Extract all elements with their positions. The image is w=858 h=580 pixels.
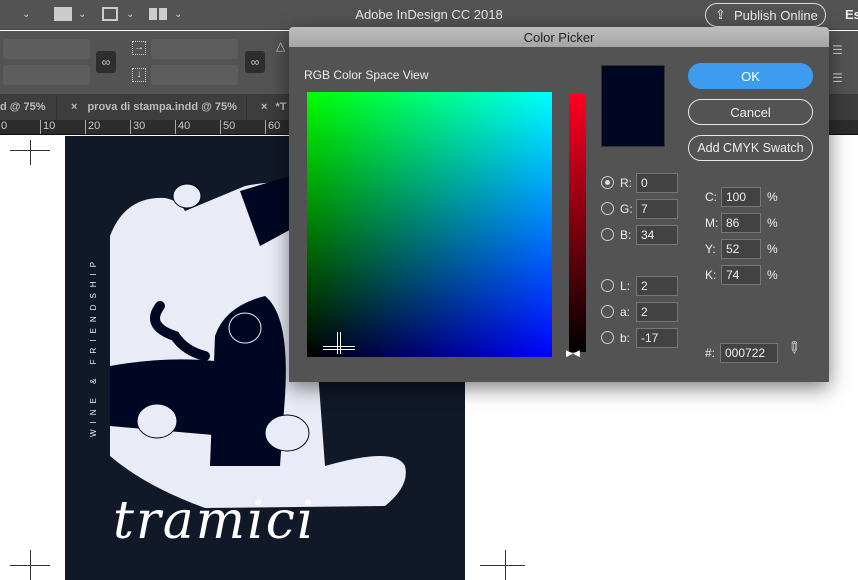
cmyk-label: C: xyxy=(705,190,717,204)
ok-button[interactable]: OK xyxy=(688,63,813,89)
constrain-scale-icon[interactable]: ∞ xyxy=(245,51,265,73)
ruler-tick: 60 xyxy=(265,120,280,134)
crosshair-icon xyxy=(337,332,341,354)
tab-label: d @ 75% xyxy=(0,101,46,113)
cmyk-label: Y: xyxy=(705,242,716,256)
ruler-tick: 40 xyxy=(175,120,190,134)
cmyk-input[interactable]: 86 xyxy=(721,213,761,233)
wordmark: tramici xyxy=(113,491,316,551)
color-preview-swatch xyxy=(601,65,665,147)
lab-input[interactable]: -17 xyxy=(636,328,678,348)
dialog-title: Color Picker xyxy=(289,27,829,47)
radio-lab-0[interactable] xyxy=(601,279,614,292)
lab-label: a: xyxy=(620,305,631,319)
crop-mark xyxy=(480,565,525,566)
radio-lab-2[interactable] xyxy=(601,331,614,344)
tab-label: *T xyxy=(275,101,287,113)
rgb-label: B: xyxy=(620,228,632,242)
app-bar: ⌄ ⌄ ⌄ ⌄ Adobe InDesign CC 2018 ⇪ Publish… xyxy=(0,0,858,30)
hex-input[interactable]: 000722 xyxy=(720,343,778,363)
ruler-tick: 0 xyxy=(0,120,7,134)
rgb-input[interactable]: 7 xyxy=(636,199,678,219)
cmyk-label: M: xyxy=(705,216,719,230)
rgb-label: R: xyxy=(620,176,632,190)
color-space-label: RGB Color Space View xyxy=(304,68,429,82)
percent-unit: % xyxy=(767,268,778,282)
cmyk-label: K: xyxy=(705,268,717,282)
tab-document-1[interactable]: d @ 75% xyxy=(0,95,57,120)
constrain-link-icon[interactable]: ∞ xyxy=(96,51,116,73)
cancel-button[interactable]: Cancel xyxy=(688,99,813,125)
crop-mark xyxy=(30,140,31,165)
ruler-tick: 50 xyxy=(220,120,235,134)
cmyk-input[interactable]: 52 xyxy=(721,239,761,259)
lab-label: L: xyxy=(620,279,631,293)
cmyk-input[interactable]: 100 xyxy=(721,187,761,207)
percent-unit: % xyxy=(767,216,778,230)
tab-prova-di-stampa[interactable]: × prova di stampa.indd @ 75% xyxy=(57,95,247,120)
radio-rgb-2[interactable] xyxy=(601,228,614,241)
ruler-tick: 30 xyxy=(130,120,145,134)
scale-y-field[interactable] xyxy=(151,65,238,85)
cmyk-input[interactable]: 74 xyxy=(721,265,761,285)
rgb-input[interactable]: 34 xyxy=(636,225,678,245)
radio-rgb-1[interactable] xyxy=(601,202,614,215)
publish-online-button[interactable]: ⇪ Publish Online xyxy=(705,3,826,27)
lab-input[interactable]: 2 xyxy=(636,302,678,322)
slider-handle-icon[interactable]: ▶◀ xyxy=(566,348,590,359)
percent-unit: % xyxy=(767,190,778,204)
eyedropper-icon[interactable]: ✎ xyxy=(782,336,806,360)
rotate-icon: △ xyxy=(276,39,286,53)
color-picker-dialog: Color Picker RGB Color Space View ▶◀ OK … xyxy=(289,27,829,382)
publish-label: Publish Online xyxy=(734,8,818,23)
close-icon[interactable]: × xyxy=(71,101,77,113)
distribute-icon[interactable]: ☰ xyxy=(832,71,843,85)
radio-lab-1[interactable] xyxy=(601,305,614,318)
red-channel-slider[interactable]: ▶◀ xyxy=(566,94,586,358)
radio-rgb-0[interactable] xyxy=(601,176,614,189)
tagline: WINE & FRIENDSHIP xyxy=(89,255,98,437)
height-field[interactable] xyxy=(3,65,90,85)
tab-label: prova di stampa.indd @ 75% xyxy=(87,101,237,113)
color-field[interactable] xyxy=(307,92,552,357)
workspace-switcher[interactable]: Es xyxy=(845,7,858,22)
ruler-tick: 10 xyxy=(40,120,55,134)
align-icon[interactable]: ☰ xyxy=(832,43,843,57)
add-cmyk-swatch-button[interactable]: Add CMYK Swatch xyxy=(688,135,813,161)
lab-label: b: xyxy=(620,331,631,345)
scale-y-icon: ↓ xyxy=(132,68,146,82)
hex-label: #: xyxy=(705,346,716,360)
rgb-input[interactable]: 0 xyxy=(636,173,678,193)
upload-icon: ⇪ xyxy=(715,7,726,22)
width-field[interactable] xyxy=(3,39,90,59)
ruler-tick: 20 xyxy=(85,120,100,134)
crop-mark xyxy=(505,550,506,580)
scale-x-field[interactable] xyxy=(151,39,238,59)
scale-x-icon: → xyxy=(132,41,146,55)
rgb-label: G: xyxy=(620,202,633,216)
lab-input[interactable]: 2 xyxy=(636,276,678,296)
crop-mark xyxy=(30,550,31,580)
close-icon[interactable]: × xyxy=(261,101,267,113)
percent-unit: % xyxy=(767,242,778,256)
